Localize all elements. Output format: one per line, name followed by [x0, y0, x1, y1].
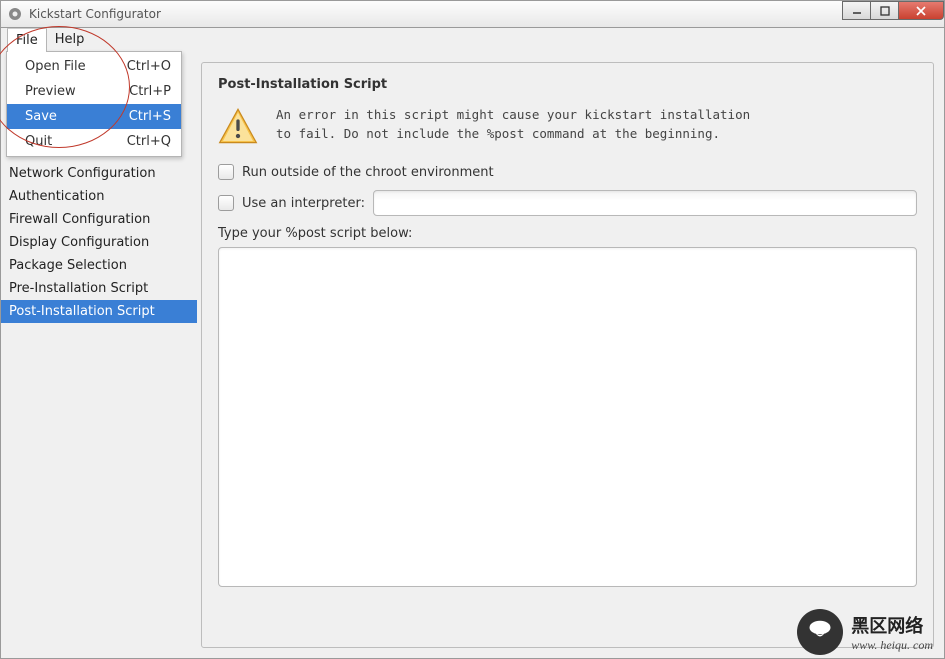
menu-save[interactable]: Save Ctrl+S [7, 104, 181, 129]
warning-row: An error in this script might cause your… [218, 106, 917, 150]
window-controls [843, 1, 944, 20]
close-button[interactable] [898, 1, 944, 20]
menu-open-file[interactable]: Open File Ctrl+O [7, 54, 181, 79]
menu-label: Save [25, 109, 57, 124]
chroot-checkbox[interactable] [218, 164, 234, 180]
warning-line2: to fail. Do not include the %post comman… [276, 125, 750, 144]
interpreter-label: Use an interpreter: [242, 196, 365, 211]
minimize-button[interactable] [842, 1, 871, 20]
interpreter-row: Use an interpreter: [218, 190, 917, 216]
script-label: Type your %post script below: [218, 226, 917, 241]
sidebar-item-display[interactable]: Display Configuration [1, 231, 197, 254]
sidebar-item-preinstall[interactable]: Pre-Installation Script [1, 277, 197, 300]
sidebar-item-network[interactable]: Network Configuration [1, 162, 197, 185]
menu-shortcut: Ctrl+S [129, 109, 171, 124]
menu-quit[interactable]: Quit Ctrl+Q [7, 129, 181, 154]
titlebar: Kickstart Configurator [0, 0, 945, 28]
sidebar-item-firewall[interactable]: Firewall Configuration [1, 208, 197, 231]
chroot-row: Run outside of the chroot environment [218, 164, 917, 180]
menu-label: Preview [25, 84, 76, 99]
menu-file[interactable]: File [7, 28, 47, 52]
menu-help[interactable]: Help [47, 28, 93, 52]
sidebar-item-postinstall[interactable]: Post-Installation Script [1, 300, 197, 323]
interpreter-input[interactable] [373, 190, 917, 216]
menu-label: Quit [25, 134, 52, 149]
pane-heading: Post-Installation Script [218, 77, 917, 92]
main-pane: Post-Installation Script An error in thi… [201, 62, 934, 648]
sidebar-item-package[interactable]: Package Selection [1, 254, 197, 277]
warning-icon [218, 106, 258, 150]
menubar: File Help [0, 28, 945, 52]
file-menu-dropdown: Open File Ctrl+O Preview Ctrl+P Save Ctr… [6, 51, 182, 157]
maximize-button[interactable] [870, 1, 899, 20]
app-icon [7, 6, 23, 22]
menu-shortcut: Ctrl+P [129, 84, 171, 99]
warning-line1: An error in this script might cause your… [276, 106, 750, 125]
menu-shortcut: Ctrl+O [127, 59, 171, 74]
menu-shortcut: Ctrl+Q [127, 134, 171, 149]
menu-label: Open File [25, 59, 86, 74]
sidebar-item-auth[interactable]: Authentication [1, 185, 197, 208]
warning-text: An error in this script might cause your… [276, 106, 750, 150]
interpreter-checkbox[interactable] [218, 195, 234, 211]
post-script-textarea[interactable] [218, 247, 917, 587]
chroot-label: Run outside of the chroot environment [242, 165, 494, 180]
window-title: Kickstart Configurator [29, 7, 161, 21]
menu-preview[interactable]: Preview Ctrl+P [7, 79, 181, 104]
